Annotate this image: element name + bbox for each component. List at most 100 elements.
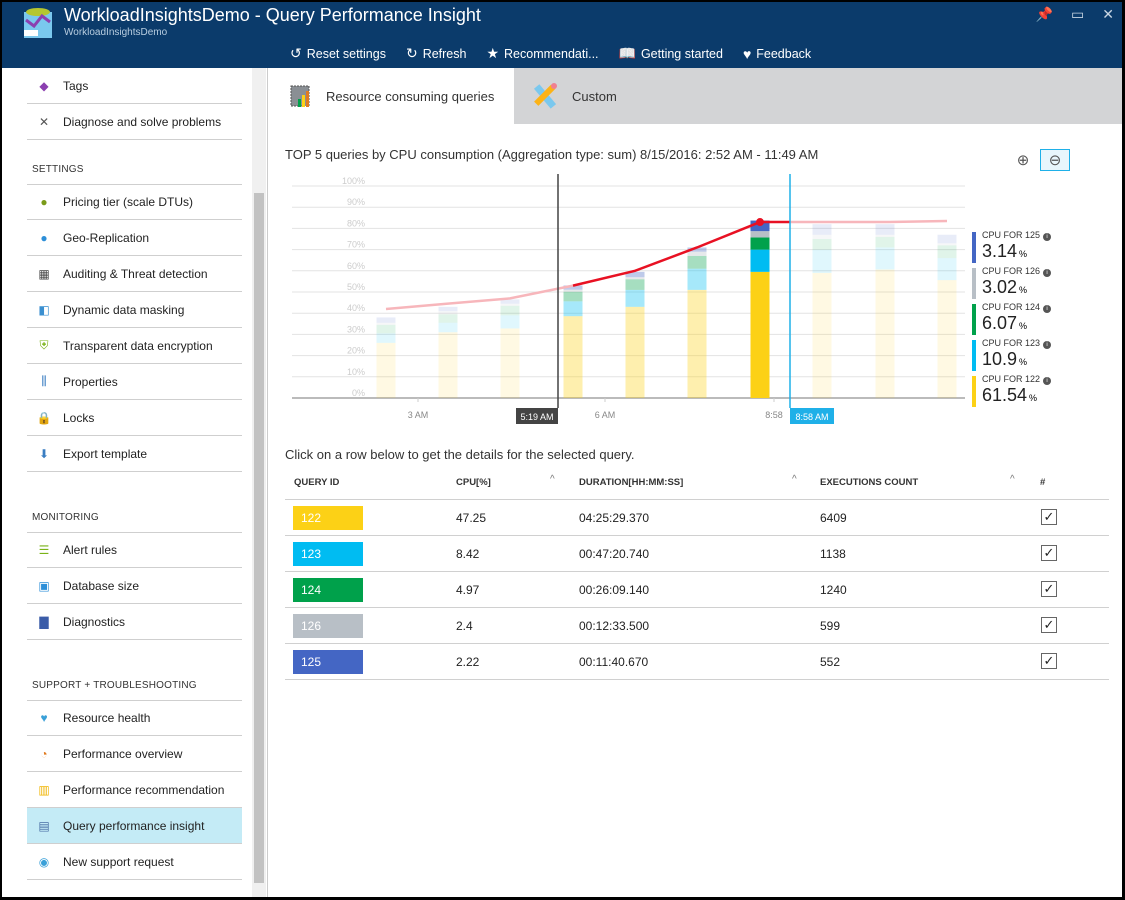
y-tick-label: 30% [347, 324, 365, 334]
sidebar-item-performance-overview[interactable]: ◔ Performance overview [27, 736, 242, 772]
table-hint: Click on a row below to get the details … [285, 447, 635, 462]
reset-settings-button[interactable]: ↺ Reset settings [290, 45, 386, 62]
refresh-button[interactable]: ↻ Refresh [406, 45, 467, 62]
sidebar-item-properties[interactable]: ⫼ Properties [27, 364, 242, 400]
column-header[interactable]: QUERY ID [294, 477, 339, 488]
table-row[interactable]: 122 47.25 04:25:29.370 6409 ✓ [285, 499, 1109, 535]
bar-segment-124 [376, 324, 396, 334]
sort-caret-icon[interactable]: ^ [792, 474, 797, 485]
tab-bar: Resource consuming queries Custom [270, 68, 1122, 124]
sidebar-item-export-template[interactable]: ⬇ Export template [27, 436, 242, 472]
y-tick-label: 70% [347, 240, 365, 250]
database-logo-icon [24, 8, 52, 38]
y-tick-label: 60% [347, 261, 365, 271]
sidebar-item-diagnostics[interactable]: ▇ Diagnostics [27, 604, 242, 640]
column-header[interactable]: DURATION[HH:MM:SS] [579, 477, 683, 488]
row-checkbox[interactable]: ✓ [1041, 617, 1057, 633]
info-icon[interactable]: i [1043, 269, 1052, 277]
cpu-chart[interactable]: 0% 10% 20% 30% 40% 50% 60% 70% 80% 90% 100% 3 AM 6 A… [285, 170, 975, 432]
bar-segment-125 [875, 224, 895, 235]
duration-cell: 00:11:40.670 [579, 655, 649, 669]
legend-label: CPU FOR 123 [982, 338, 1041, 348]
sidebar-item-tags[interactable]: ◆ Tags [27, 68, 242, 104]
bar-segment-122 [937, 280, 957, 398]
legend-swatch [972, 340, 976, 371]
row-checkbox[interactable]: ✓ [1041, 653, 1057, 669]
row-checkbox[interactable]: ✓ [1041, 509, 1057, 525]
gauge-icon: ◔ [40, 746, 48, 761]
sidebar-item-performance-recommendation[interactable]: ▥ Performance recommendation [27, 772, 242, 808]
bar-segment-122 [563, 316, 583, 398]
table-bottom-border [285, 679, 1109, 680]
support-icon: ◉ [38, 854, 50, 869]
legend-item: CPU FOR 123 i 10.9% [972, 338, 1052, 373]
table-row[interactable]: 126 2.4 00:12:33.500 599 ✓ [285, 607, 1109, 643]
bar-segment-124 [812, 239, 832, 250]
query-id-badge: 123 [293, 542, 363, 566]
sort-caret-icon[interactable]: ^ [1010, 474, 1015, 485]
zoom-out-button[interactable]: ⊖ [1040, 149, 1070, 171]
bar-segment-123 [563, 301, 583, 317]
sidebar-item-diagnose-and-solve-problems[interactable]: ✕ Diagnose and solve problems [27, 104, 242, 140]
table-row[interactable]: 123 8.42 00:47:20.740 1138 ✓ [285, 535, 1109, 571]
legend-swatch [972, 376, 976, 407]
sidebar-item-transparent-data-encryption[interactable]: ⛨ Transparent data encryption [27, 328, 242, 364]
executions-cell: 1138 [820, 547, 846, 561]
sidebar-item-label: Geo-Replication [63, 230, 150, 245]
sidebar-item-label: Transparent data encryption [63, 338, 213, 353]
row-checkbox[interactable]: ✓ [1041, 581, 1057, 597]
table-row[interactable]: 124 4.97 00:26:09.140 1240 ✓ [285, 571, 1109, 607]
sort-caret-icon[interactable]: ^ [550, 474, 555, 485]
sidebar-item-geo-replication[interactable]: ● Geo-Replication [27, 220, 242, 256]
table-row[interactable]: 125 2.22 00:11:40.670 552 ✓ [285, 643, 1109, 679]
legend-swatch [972, 304, 976, 335]
sidebar-item-dynamic-data-masking[interactable]: ◧ Dynamic data masking [27, 292, 242, 328]
alert-rules-icon: ☰ [38, 542, 50, 557]
getting-started-button[interactable]: 📖 Getting started [619, 45, 723, 62]
sidebar-item-pricing-tier-scale-dtus[interactable]: ● Pricing tier (scale DTUs) [27, 184, 242, 220]
info-icon[interactable]: i [1043, 305, 1052, 313]
y-tick-label: 0% [352, 388, 365, 398]
export-icon: ⬇ [38, 446, 50, 461]
bar-segment-123 [500, 315, 520, 329]
tab-resource-consuming-queries[interactable]: Resource consuming queries [270, 68, 514, 124]
bar-segment-126 [937, 243, 957, 246]
sidebar-item-resource-health[interactable]: ♥ Resource health [27, 700, 242, 736]
column-header[interactable]: EXECUTIONS COUNT [820, 477, 918, 488]
sidebar-item-query-performance-insight[interactable]: ▤ Query performance insight [27, 808, 242, 844]
column-header[interactable]: # [1040, 477, 1045, 488]
sidebar-item-database-size[interactable]: ▣ Database size [27, 568, 242, 604]
feedback-button[interactable]: ♥ Feedback [743, 45, 811, 62]
recommendati-button[interactable]: ★ Recommendati... [486, 45, 598, 62]
sidebar-item-label: Database size [63, 578, 140, 593]
book-icon: 📖 [618, 45, 636, 61]
tab-custom[interactable]: Custom [514, 68, 714, 124]
info-icon[interactable]: i [1043, 341, 1052, 349]
y-tick-label: 100% [342, 176, 365, 186]
app-window: WorkloadInsightsDemo - Query Performance… [2, 2, 1122, 897]
sidebar-item-locks[interactable]: 🔒 Locks [27, 400, 242, 436]
tag-icon: ◆ [39, 78, 49, 93]
pin-icon[interactable]: 📌 [1036, 6, 1053, 23]
info-icon[interactable]: i [1043, 377, 1052, 385]
scrollbar-thumb[interactable] [254, 193, 264, 883]
tools-icon: ✕ [38, 114, 50, 129]
sidebar-item-alert-rules[interactable]: ☰ Alert rules [27, 532, 242, 568]
cpu-cell: 47.25 [456, 511, 487, 525]
column-header[interactable]: CPU[%] [456, 477, 491, 488]
close-icon[interactable]: ✕ [1102, 6, 1114, 23]
bar-segment-125 [812, 224, 832, 235]
sidebar-scrollbar[interactable] [252, 68, 266, 897]
row-checkbox[interactable]: ✓ [1041, 545, 1057, 561]
sidebar-item-new-support-request[interactable]: ◉ New support request [27, 844, 242, 880]
sidebar-item-label: Diagnose and solve problems [63, 114, 222, 129]
zoom-in-button[interactable]: ⊕ [1008, 149, 1038, 171]
info-icon[interactable]: i [1043, 233, 1052, 241]
restore-icon[interactable]: ▭ [1071, 6, 1084, 23]
chart-title: TOP 5 queries by CPU consumption (Aggreg… [285, 147, 819, 162]
query-id-badge: 124 [293, 578, 363, 602]
chart-legend: CPU FOR 125 i 3.14% CPU FOR 126 i 3.02% CPU FO… [972, 229, 1052, 409]
percent-unit: % [1019, 357, 1028, 367]
sidebar-item-auditing-threat-detection[interactable]: ▦ Auditing & Threat detection [27, 256, 242, 292]
properties-icon: ⫼ [41, 374, 47, 388]
